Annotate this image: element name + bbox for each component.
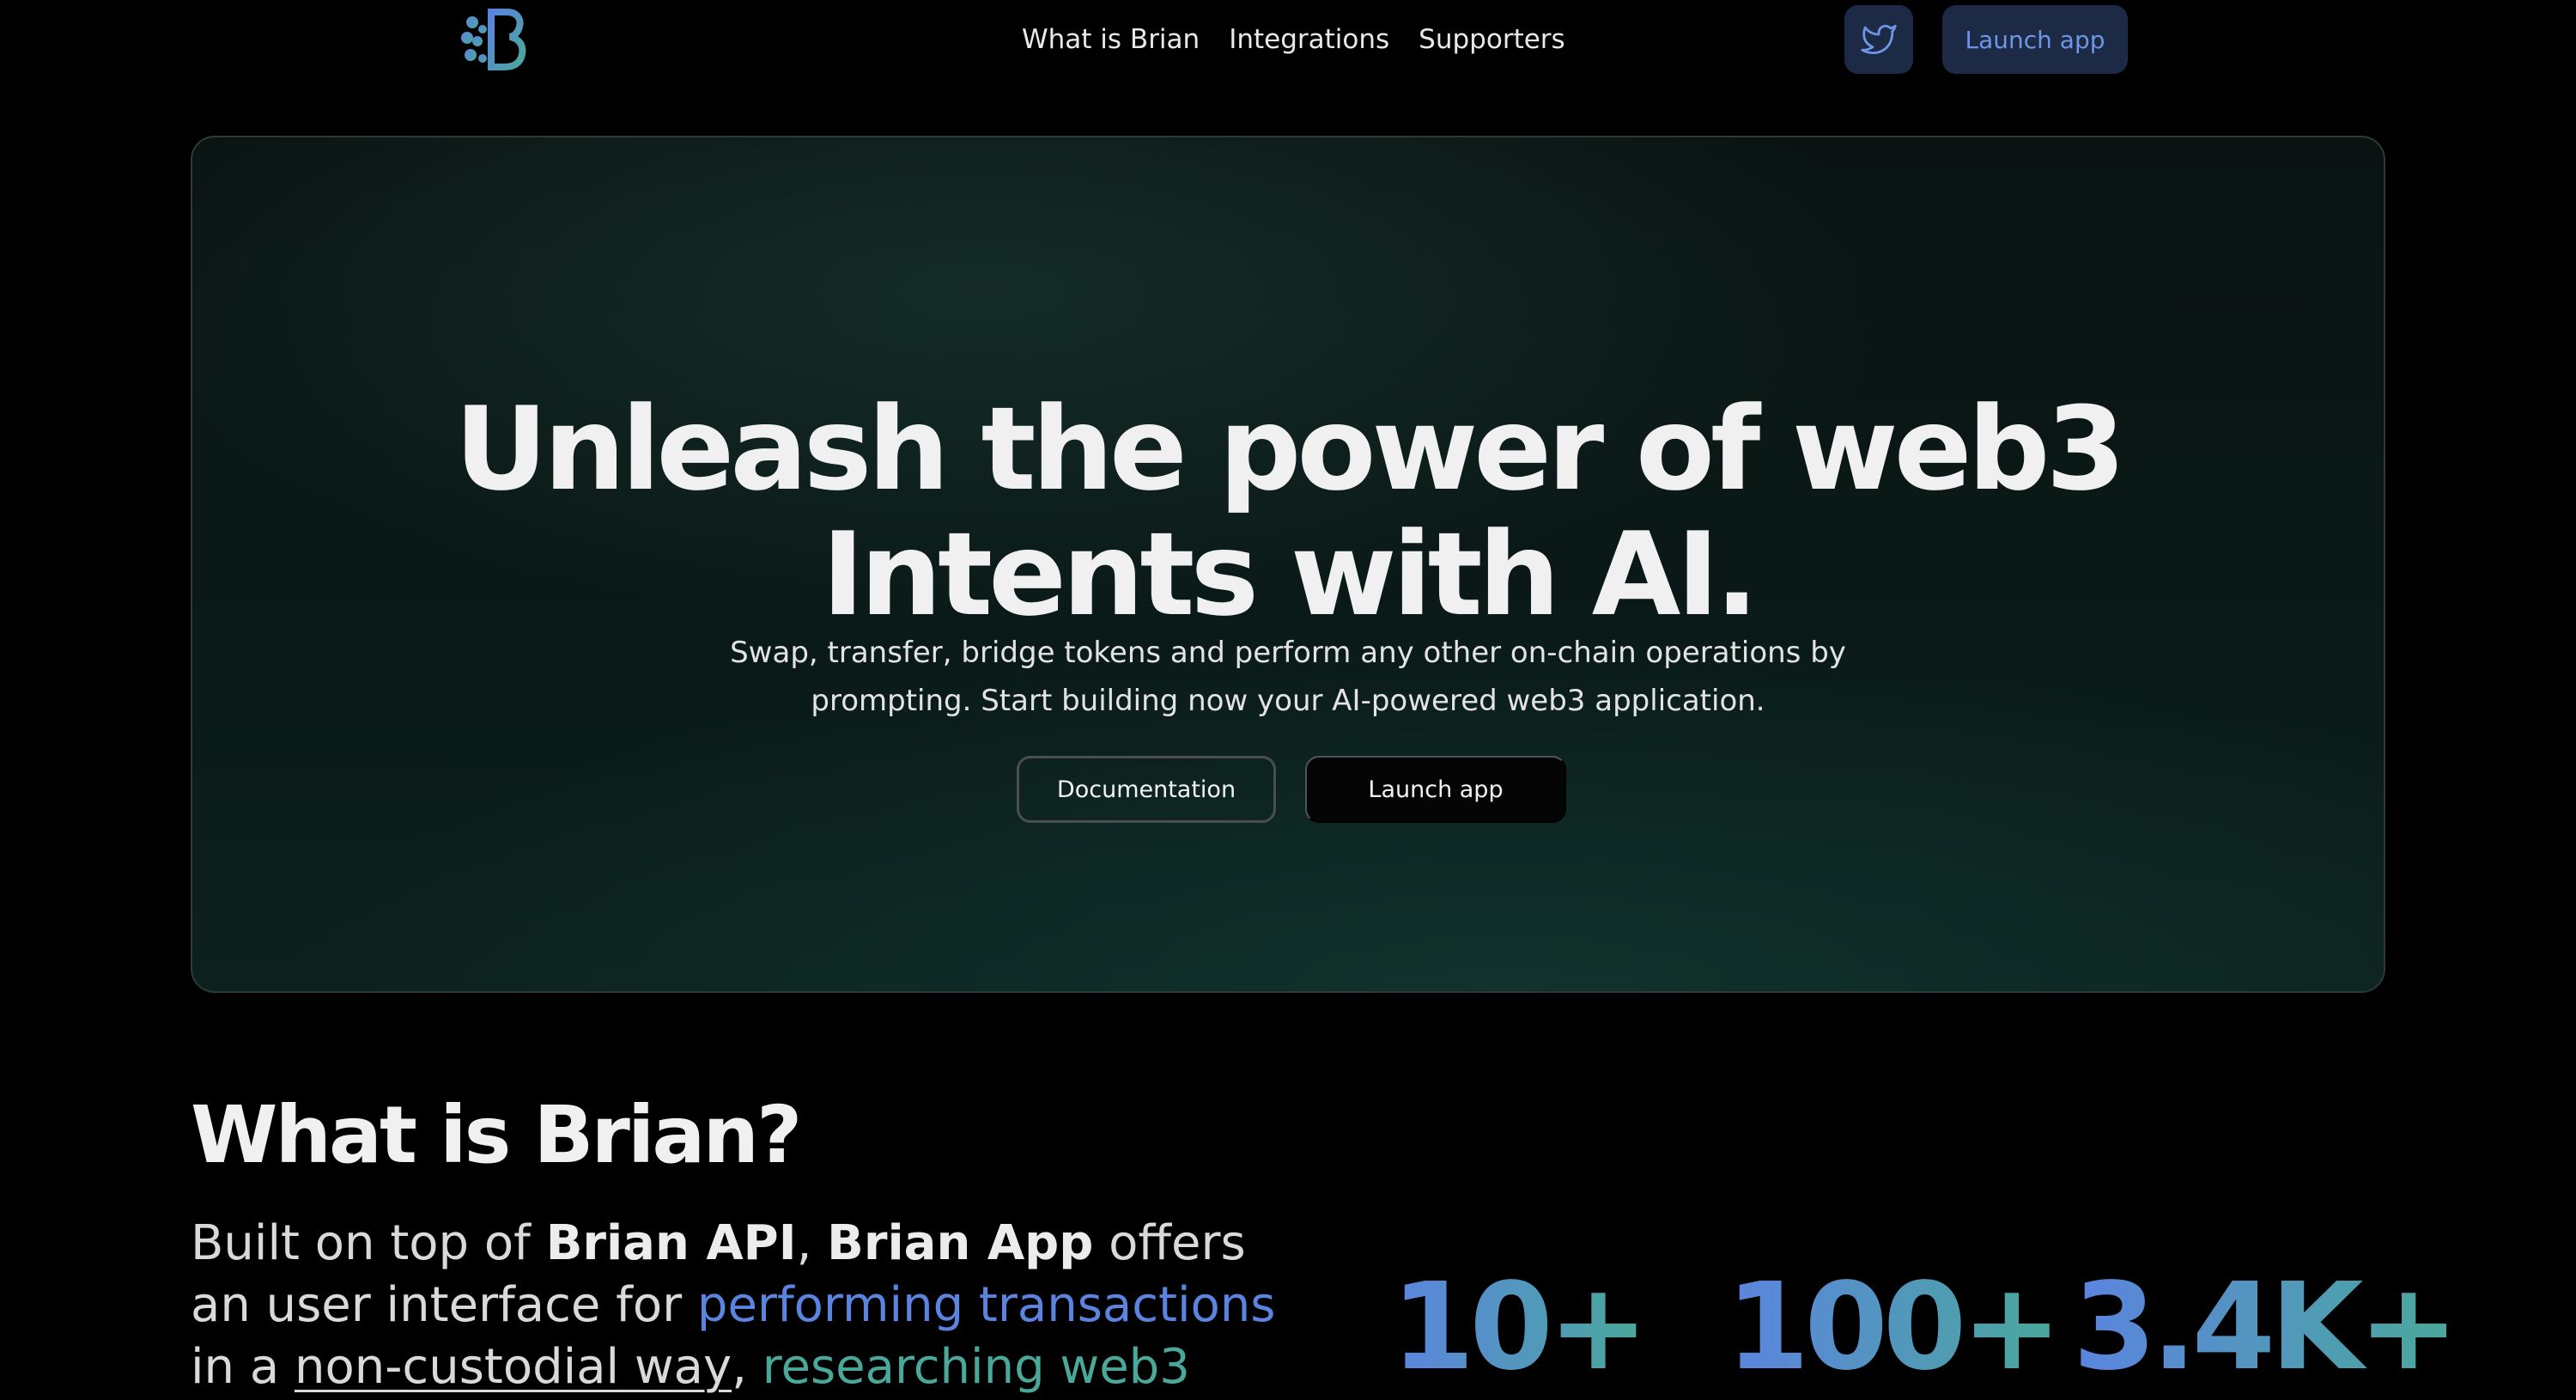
brian-app-text: Brian App [827,1215,1094,1271]
nav-launch-app-button[interactable]: Launch app [1942,5,2128,74]
nav-link-integrations[interactable]: Integrations [1229,24,1389,55]
main-nav: What is Brian Integrations Supporters [1022,19,1565,60]
stat-integrations: 10+ [1391,1257,1649,1397]
performing-transactions-highlight: performing transactions [696,1277,1276,1333]
researching-web3-highlight: researching web3 [762,1339,1190,1395]
desc-text: in a [191,1339,295,1395]
hero-title-line-2: Intents with AI. [821,508,1759,642]
brian-logo-icon[interactable] [457,5,527,74]
stat-users: 3.4K+ [2073,1257,2459,1397]
hero-title: Unleash the power of web3 Intents with A… [192,387,2384,637]
desc-text: Built on top of [191,1215,546,1271]
hero-subtitle-line-1: Swap, transfer, bridge tokens and perfor… [730,636,1846,670]
hero-subtitle: Swap, transfer, bridge tokens and perfor… [192,629,2384,725]
nav-link-what-is-brian[interactable]: What is Brian [1022,24,1200,55]
hero-launch-app-button[interactable]: Launch app [1305,756,1566,823]
desc-text: , [796,1215,828,1271]
desc-text: , [732,1339,762,1395]
what-is-brian-heading: What is Brian? [191,1089,802,1181]
nav-link-supporters[interactable]: Supporters [1419,24,1565,55]
hero-card: Unleash the power of web3 Intents with A… [191,136,2385,993]
brian-api-text: Brian API [545,1215,797,1271]
documentation-button[interactable]: Documentation [1017,756,1276,823]
hero-title-line-1: Unleash the power of web3 [454,382,2125,516]
stat-chains: 100+ [1726,1257,2063,1397]
hero-subtitle-line-2: prompting. Start building now your AI-po… [811,684,1765,718]
twitter-icon [1861,24,1897,55]
twitter-button[interactable] [1844,5,1913,74]
brian-description: Built on top of Brian API, Brian App off… [191,1213,1307,1398]
non-custodial-link[interactable]: non-custodial way [295,1339,732,1395]
